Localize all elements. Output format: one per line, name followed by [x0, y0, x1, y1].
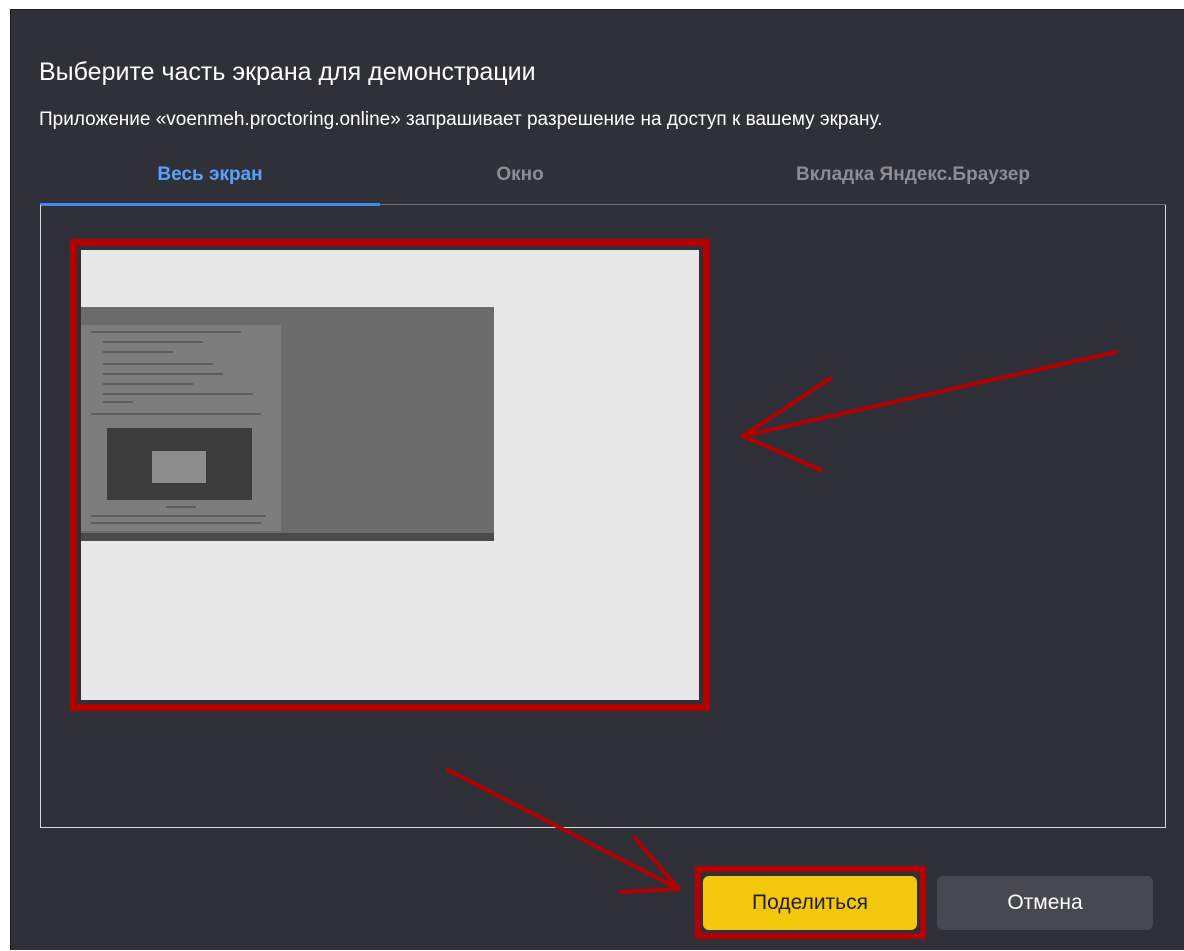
tab-label: Вкладка Яндекс.Браузер — [796, 164, 1030, 185]
screen-preview — [81, 250, 699, 700]
screen-list — [40, 205, 1166, 828]
tab-window[interactable]: Окно — [380, 160, 660, 204]
screen-thumbnail-selected[interactable] — [70, 239, 710, 711]
screen-share-dialog: Выберите часть экрана для демонстрации П… — [10, 9, 1184, 950]
dialog-subtitle: Приложение «voenmeh.proctoring.online» з… — [39, 109, 883, 130]
preview-taskbar — [81, 533, 494, 541]
preview-image — [107, 428, 252, 500]
preview-desktop — [81, 307, 494, 541]
tab-entire-screen[interactable]: Весь экран — [40, 160, 380, 206]
tab-browser-tab[interactable]: Вкладка Яндекс.Браузер — [660, 160, 1166, 204]
arrow-to-share-head-bottom — [619, 887, 681, 894]
source-tabs: Весь экран Окно Вкладка Яндекс.Браузер — [40, 160, 1166, 206]
tab-label: Весь экран — [157, 164, 263, 185]
tab-label: Окно — [496, 164, 544, 185]
dialog-title: Выберите часть экрана для демонстрации — [39, 58, 536, 86]
arrow-to-share-head-top — [633, 836, 681, 891]
cancel-button[interactable]: Отмена — [937, 876, 1153, 930]
share-button[interactable]: Поделиться — [703, 876, 917, 930]
preview-document — [81, 325, 281, 531]
